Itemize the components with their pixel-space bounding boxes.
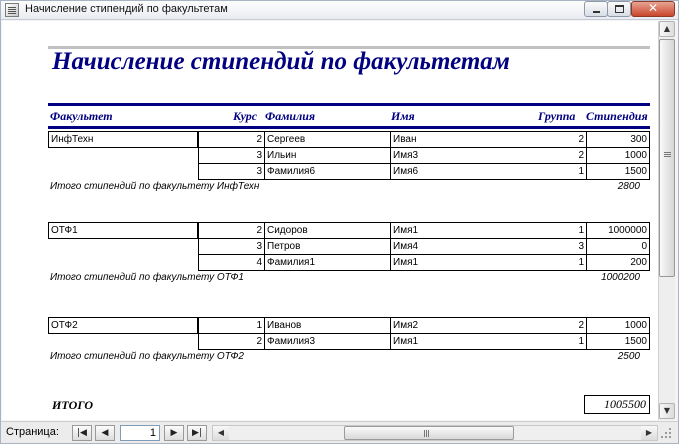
group-cell: 3 (578, 241, 584, 252)
surname-cell: Сидоров (264, 222, 391, 239)
course-cell: 4 (198, 254, 265, 271)
surname-cell: Фамилия3 (264, 333, 391, 350)
subtotal-value: 2800 (617, 181, 640, 192)
col-header-name: Имя (391, 109, 415, 123)
maximize-button[interactable] (607, 1, 631, 17)
surname-cell: Ильин (264, 147, 391, 164)
group-cell: 2 (390, 131, 587, 148)
col-header-faculty: Факультет (50, 109, 113, 123)
group-cell: 1 (578, 166, 584, 177)
last-page-button[interactable]: ▶| (187, 425, 207, 441)
stipend-cell: 200 (586, 254, 650, 271)
group-cell: 1 (578, 225, 584, 236)
arrow-up-icon: ▲ (663, 24, 671, 33)
course-cell: 3 (198, 163, 265, 180)
arrow-right-icon: ▶ (645, 428, 653, 437)
grand-total-label: ИТОГО (52, 398, 94, 412)
close-icon: ✕ (647, 1, 659, 15)
col-header-course: Курс (233, 109, 258, 123)
course-cell: 3 (198, 147, 265, 164)
next-page-button[interactable]: ▶ (164, 425, 184, 441)
course-cell: 3 (198, 238, 265, 255)
subtotal-label: Итого стипендий по факультету ОТФ2 (50, 351, 244, 362)
window-title: Начисление стипендий по факультетам (25, 3, 228, 15)
stipend-cell: 0 (586, 238, 650, 255)
group-cell: 2 (578, 320, 584, 331)
faculty-cell: ИнфТехн (48, 131, 198, 148)
stipend-cell: 1500 (586, 333, 650, 350)
grip-icon (664, 152, 671, 153)
report-icon (5, 3, 19, 17)
group-cell: 1 (578, 257, 584, 268)
previous-page-button[interactable]: ◀ (95, 425, 115, 441)
scroll-left-button[interactable]: ◀ (213, 426, 229, 440)
col-header-group: Группа (538, 109, 576, 123)
minimize-icon (593, 11, 600, 13)
subtotal-value: 2500 (617, 351, 640, 362)
stipend-cell: 1000 (586, 147, 650, 164)
resize-grip-icon[interactable] (659, 426, 673, 440)
surname-cell: Иванов (264, 317, 391, 334)
stipend-cell: 1000000 (586, 222, 650, 239)
col-header-stipend: Стипендия (586, 109, 648, 123)
surname-cell: Фамилия1 (264, 254, 391, 271)
surname-cell: Петров (264, 238, 391, 255)
subtotal-value: 1000200 (601, 272, 640, 283)
report-window: Начисление стипендий по факультетам ✕ На… (0, 0, 679, 444)
vertical-scrollbar[interactable]: ▲ ▼ (658, 21, 675, 420)
arrow-down-icon: ▼ (663, 406, 671, 415)
group-cell: 1 (578, 336, 584, 347)
stipend-cell: 300 (586, 131, 650, 148)
title-bar: Начисление стипендий по факультетам ✕ (1, 1, 678, 20)
surname-cell: Сергеев (264, 131, 391, 148)
vertical-scroll-thumb[interactable] (659, 39, 675, 277)
page-label: Страница: (6, 426, 59, 438)
close-button[interactable]: ✕ (631, 1, 675, 17)
first-page-button[interactable]: |◀ (72, 425, 92, 441)
scroll-up-button[interactable]: ▲ (659, 21, 675, 37)
faculty-cell: ОТФ1 (48, 222, 198, 239)
scroll-right-button[interactable]: ▶ (641, 426, 657, 440)
horizontal-scroll-thumb[interactable] (344, 426, 514, 440)
arrow-left-icon: ◀ (217, 428, 225, 437)
scroll-down-button[interactable]: ▼ (659, 403, 675, 419)
header-rule-top (48, 103, 650, 106)
course-cell: 1 (198, 317, 265, 334)
page-number-input[interactable]: 1 (120, 425, 160, 441)
subtotal-label: Итого стипендий по факультету ОТФ1 (50, 272, 244, 283)
col-header-surname: Фамилия (265, 109, 316, 123)
report-title: Начисление стипендий по факультетам (52, 48, 510, 75)
faculty-cell: ОТФ2 (48, 317, 198, 334)
stipend-cell: 1500 (586, 163, 650, 180)
horizontal-scrollbar[interactable]: ◀ ▶ (212, 425, 658, 441)
surname-cell: Фамилия6 (264, 163, 391, 180)
minimize-button[interactable] (584, 1, 608, 17)
group-cell: 2 (578, 150, 584, 161)
course-cell: 2 (198, 222, 265, 239)
subtotal-label: Итого стипендий по факультету ИнфТехн (50, 181, 260, 192)
grand-total-value: 1005500 (584, 395, 650, 414)
header-rule-bottom (48, 126, 650, 129)
course-cell: 2 (198, 131, 265, 148)
grip-icon (424, 430, 425, 437)
course-cell: 2 (198, 333, 265, 350)
report-canvas: Начисление стипендий по факультетам Факу… (2, 21, 658, 420)
maximize-icon (615, 5, 624, 13)
record-navigation-bar: Страница: |◀ ◀ 1 ▶ ▶| ◀ ▶ (1, 421, 678, 443)
stipend-cell: 1000 (586, 317, 650, 334)
